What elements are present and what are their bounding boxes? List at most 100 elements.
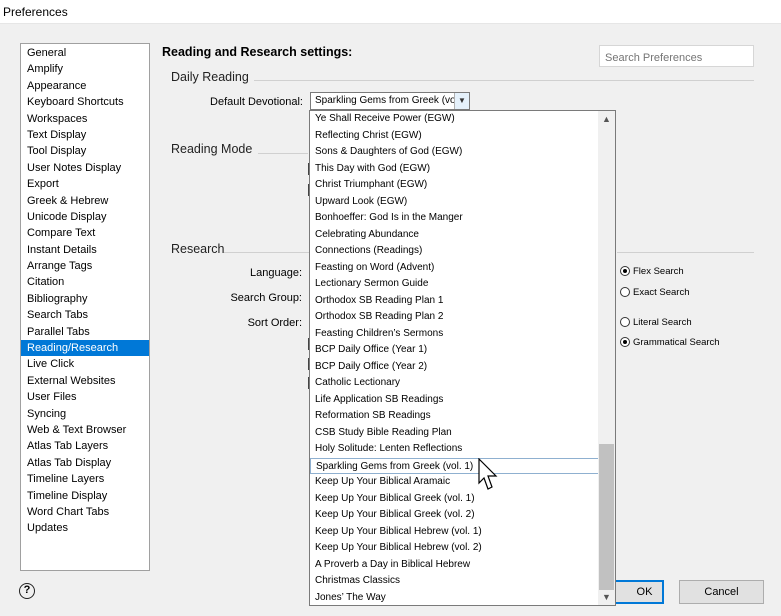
radio-checked-icon[interactable] [620, 337, 630, 347]
sidebar-item[interactable]: Greek & Hebrew [21, 193, 149, 209]
preferences-sidebar: General Amplify Appearance Keyboard Shortcu… [20, 43, 150, 571]
exact-search-radio[interactable]: Exact Search [620, 285, 690, 299]
dropdown-option[interactable]: Lectionary Sermon Guide [310, 276, 599, 293]
sidebar-item[interactable]: Timeline Display [21, 488, 149, 504]
sidebar-item[interactable]: Bibliography [21, 291, 149, 307]
sidebar-item[interactable]: Reading/Research [21, 340, 149, 357]
default-devotional-value: Sparkling Gems from Greek (vo [315, 95, 456, 106]
search-group-label: Search Group: [230, 292, 302, 304]
scrollbar[interactable]: ▲ ▼ [598, 111, 615, 605]
dropdown-option[interactable]: Celebrating Abundance [310, 227, 599, 244]
sidebar-item[interactable]: Appearance [21, 78, 149, 94]
group-research: Research [171, 242, 225, 256]
sidebar-item[interactable]: Unicode Display [21, 209, 149, 225]
sidebar-item[interactable]: External Websites [21, 373, 149, 389]
dropdown-option[interactable]: Reflecting Christ (EGW) [310, 128, 599, 145]
dropdown-option[interactable]: Bonhoeffer: God Is in the Manger [310, 210, 599, 227]
divider [254, 80, 754, 81]
dropdown-option[interactable]: Connections (Readings) [310, 243, 599, 260]
dropdown-option[interactable]: Life Application SB Readings [310, 392, 599, 409]
grammatical-search-label: Grammatical Search [633, 336, 720, 348]
grammatical-search-radio[interactable]: Grammatical Search [620, 335, 720, 349]
dropdown-option[interactable]: Orthodox SB Reading Plan 1 [310, 293, 599, 310]
flex-search-label: Flex Search [633, 265, 684, 277]
dropdown-option[interactable]: Keep Up Your Biblical Hebrew (vol. 1) [310, 524, 599, 541]
divider [617, 252, 754, 253]
literal-search-label: Literal Search [633, 316, 692, 328]
sidebar-item[interactable]: User Files [21, 389, 149, 405]
dropdown-option[interactable]: Jones’ The Way [310, 590, 599, 606]
dropdown-option[interactable]: Keep Up Your Biblical Hebrew (vol. 2) [310, 540, 599, 557]
dropdown-items: Ye Shall Receive Power (EGW) Reflecting C… [310, 111, 599, 606]
dropdown-option[interactable]: Christ Triumphant (EGW) [310, 177, 599, 194]
sidebar-item[interactable]: Arrange Tags [21, 258, 149, 274]
dropdown-option[interactable]: This Day with God (EGW) [310, 161, 599, 178]
ok-label: OK [636, 586, 653, 598]
chevron-down-icon[interactable]: ▼ [598, 589, 615, 605]
sidebar-item[interactable]: Syncing [21, 406, 149, 422]
flex-search-radio[interactable]: Flex Search [620, 264, 684, 278]
sidebar-item[interactable]: Atlas Tab Layers [21, 438, 149, 454]
sidebar-item[interactable]: Text Display [21, 127, 149, 143]
page-title: Reading and Research settings: [162, 45, 353, 59]
dropdown-option[interactable]: Upward Look (EGW) [310, 194, 599, 211]
dropdown-option[interactable]: Reformation SB Readings [310, 408, 599, 425]
sidebar-item[interactable]: Amplify [21, 61, 149, 77]
divider [258, 153, 308, 154]
window-title: Preferences [0, 0, 781, 24]
sidebar-item[interactable]: Parallel Tabs [21, 324, 149, 340]
sort-order-label: Sort Order: [247, 317, 302, 329]
dropdown-option[interactable]: CSB Study Bible Reading Plan [310, 425, 599, 442]
sidebar-item[interactable]: Export [21, 176, 149, 192]
dropdown-option[interactable]: Orthodox SB Reading Plan 2 [310, 309, 599, 326]
dropdown-option[interactable]: Ye Shall Receive Power (EGW) [310, 111, 599, 128]
chevron-down-icon[interactable]: ▼ [454, 93, 469, 109]
help-icon[interactable]: ? [19, 583, 35, 599]
default-devotional-select[interactable]: Sparkling Gems from Greek (vo ▼ [310, 92, 470, 110]
sidebar-item[interactable]: Search Tabs [21, 307, 149, 323]
dropdown-option[interactable]: Christmas Classics [310, 573, 599, 590]
divider [224, 252, 309, 253]
dropdown-option[interactable]: Sons & Daughters of God (EGW) [310, 144, 599, 161]
language-label: Language: [250, 267, 302, 279]
sidebar-item[interactable]: Keyboard Shortcuts [21, 94, 149, 110]
cancel-button[interactable]: Cancel [679, 580, 764, 604]
sidebar-item[interactable]: Timeline Layers [21, 471, 149, 487]
dropdown-option[interactable]: Keep Up Your Biblical Greek (vol. 1) [310, 491, 599, 508]
default-devotional-label: Default Devotional: [210, 96, 303, 108]
dropdown-option[interactable]: Keep Up Your Biblical Greek (vol. 2) [310, 507, 599, 524]
radio-unchecked-icon[interactable] [620, 317, 630, 327]
dropdown-option[interactable]: Keep Up Your Biblical Aramaic [310, 474, 599, 491]
dropdown-option[interactable]: BCP Daily Office (Year 1) [310, 342, 599, 359]
dropdown-option[interactable]: Feasting Children’s Sermons [310, 326, 599, 343]
dropdown-option[interactable]: Holy Solitude: Lenten Reflections [310, 441, 599, 458]
dropdown-option[interactable]: Feasting on Word (Advent) [310, 260, 599, 277]
sidebar-item[interactable]: Word Chart Tabs [21, 504, 149, 520]
dropdown-option[interactable]: A Proverb a Day in Biblical Hebrew [310, 557, 599, 574]
sidebar-item[interactable]: Instant Details [21, 242, 149, 258]
group-reading-mode: Reading Mode [171, 142, 253, 156]
scrollbar-thumb[interactable] [599, 444, 614, 590]
dropdown-option[interactable]: Catholic Lectionary [310, 375, 599, 392]
sidebar-item[interactable]: Citation [21, 274, 149, 290]
sidebar-item[interactable]: Live Click [21, 356, 149, 372]
sidebar-item[interactable]: Tool Display [21, 143, 149, 159]
sidebar-item[interactable]: Web & Text Browser [21, 422, 149, 438]
sidebar-item[interactable]: Compare Text [21, 225, 149, 241]
literal-search-radio[interactable]: Literal Search [620, 315, 692, 329]
chevron-up-icon[interactable]: ▲ [598, 111, 615, 127]
dropdown-option[interactable]: BCP Daily Office (Year 2) [310, 359, 599, 376]
search-input[interactable] [599, 45, 754, 67]
exact-search-label: Exact Search [633, 286, 690, 298]
mouse-cursor-icon [478, 458, 498, 490]
sidebar-item[interactable]: User Notes Display [21, 160, 149, 176]
sidebar-item[interactable]: Atlas Tab Display [21, 455, 149, 471]
group-daily-reading: Daily Reading [171, 70, 249, 84]
devotional-dropdown-list[interactable]: Ye Shall Receive Power (EGW) Reflecting C… [309, 110, 616, 606]
sidebar-item[interactable]: General [21, 45, 149, 61]
radio-checked-icon[interactable] [620, 266, 630, 276]
sidebar-item[interactable]: Workspaces [21, 111, 149, 127]
radio-unchecked-icon[interactable] [620, 287, 630, 297]
sidebar-item[interactable]: Updates [21, 520, 149, 536]
dropdown-option[interactable]: Sparkling Gems from Greek (vol. 1) [310, 457, 599, 474]
